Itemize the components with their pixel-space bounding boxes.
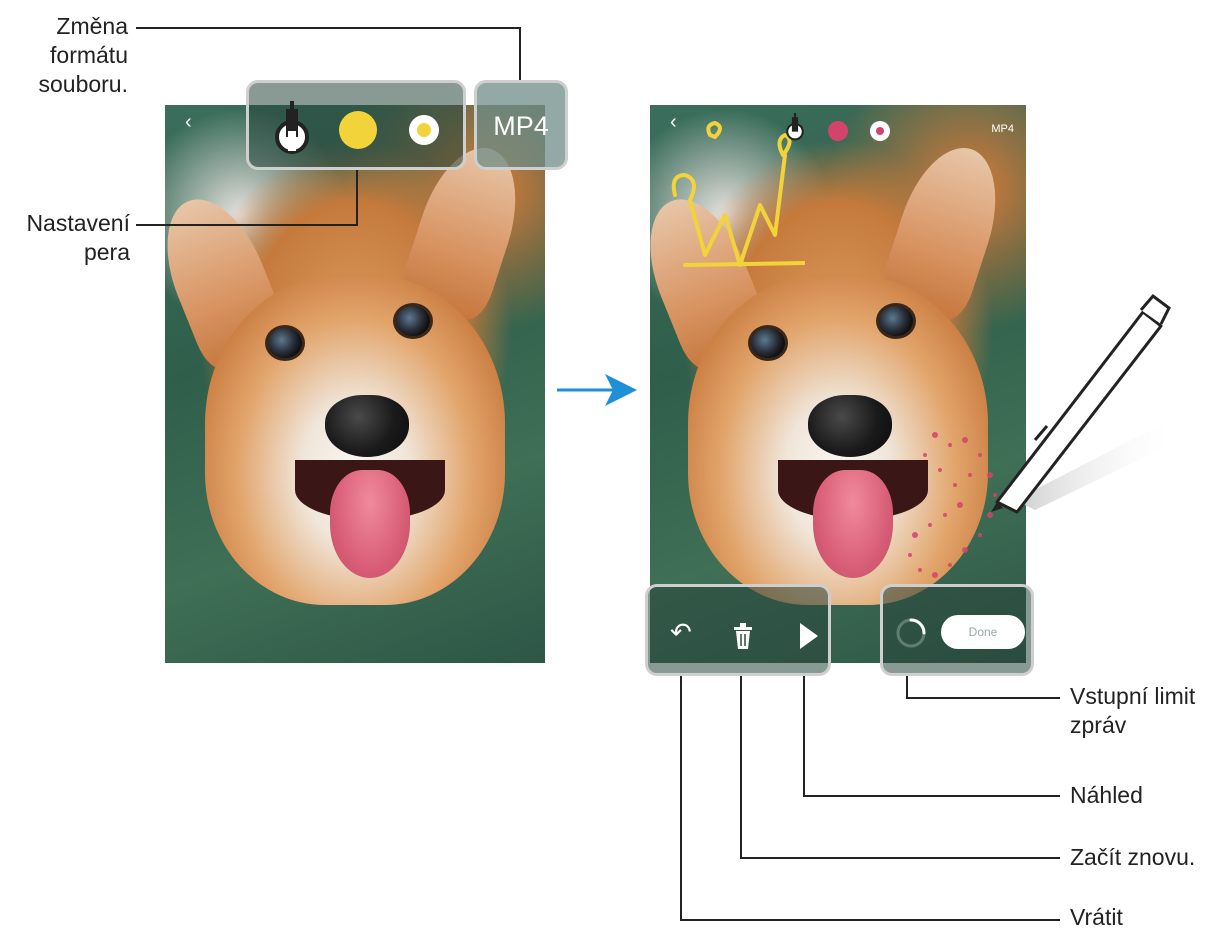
- callout-line-input-limit-h: [906, 697, 1060, 699]
- input-limit-progress-icon: [896, 618, 926, 648]
- callout-pen-settings: Nastavení pera: [26, 210, 130, 265]
- file-format-label[interactable]: MP4: [991, 123, 1014, 135]
- dog-tongue: [330, 470, 410, 578]
- dog-nose: [808, 395, 892, 457]
- s-pen-icon: [991, 293, 1180, 514]
- callout-line-pen-settings-v: [356, 170, 358, 226]
- callout-line-file-format-v: [519, 27, 521, 80]
- callout-start-over: Začít znovu.: [1070, 844, 1196, 870]
- pen-size-dot: [417, 123, 431, 137]
- crown-drawing: [671, 121, 805, 267]
- callout-line-preview-h: [803, 795, 1060, 797]
- pen-color-button[interactable]: [339, 111, 377, 149]
- undo-button[interactable]: ↶: [670, 617, 692, 648]
- callout-line-preview-v: [803, 676, 805, 796]
- pen-type-icon[interactable]: [786, 113, 804, 141]
- callout-line-file-format-h: [136, 27, 521, 29]
- playback-controls: ↶: [645, 584, 831, 676]
- callout-preview: Náhled: [1070, 782, 1143, 808]
- pen-color-button[interactable]: [828, 121, 848, 141]
- file-format-button[interactable]: MP4: [474, 80, 568, 170]
- callout-line-undo-h: [680, 919, 1060, 921]
- callout-file-format: Změna formátu souboru.: [38, 13, 128, 97]
- pen-size-dot: [876, 127, 884, 135]
- callout-line-input-limit-v: [906, 676, 908, 698]
- callout-line-start-over-v: [740, 676, 742, 858]
- pen-settings-toolbar: [246, 80, 466, 170]
- dog-eye-left: [265, 325, 305, 361]
- pen-size-button[interactable]: [870, 121, 890, 141]
- trash-icon[interactable]: [732, 623, 754, 649]
- left-photo: ‹: [165, 105, 545, 663]
- callout-input-limit: Vstupní limit zpráv: [1070, 683, 1196, 738]
- callout-undo: Vrátit: [1070, 904, 1123, 930]
- callout-line-undo-v: [680, 676, 682, 920]
- back-button[interactable]: ‹: [185, 111, 192, 134]
- dog-eye-right: [393, 303, 433, 339]
- pen-size-button[interactable]: [409, 115, 439, 145]
- done-button[interactable]: Done: [941, 615, 1025, 649]
- dog-eye-left: [748, 325, 788, 361]
- file-format-label: MP4: [493, 111, 549, 141]
- back-button[interactable]: ‹: [670, 111, 677, 134]
- callout-line-pen-settings-h: [136, 224, 358, 226]
- dog-eye-right: [876, 303, 916, 339]
- dog-tongue: [813, 470, 893, 578]
- recording-controls: Done: [880, 584, 1034, 676]
- transition-arrow-icon: [557, 374, 637, 406]
- callout-line-start-over-h: [740, 857, 1060, 859]
- pen-type-icon[interactable]: [275, 101, 309, 155]
- play-icon[interactable]: [798, 623, 818, 649]
- dog-nose: [325, 395, 409, 457]
